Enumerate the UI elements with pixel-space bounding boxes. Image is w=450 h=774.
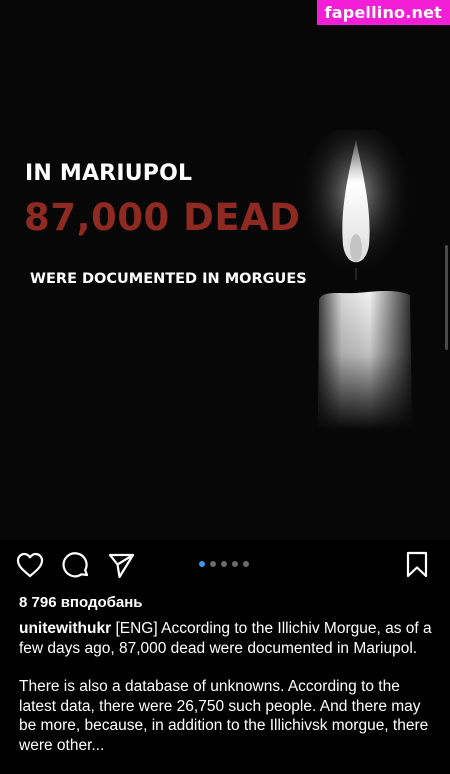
post-image[interactable]: fapellino.net IN MARIUPOL 87,000 DEAD WE…	[0, 0, 450, 540]
post-big-number: 87,000 DEAD	[24, 196, 301, 239]
post-subline: WERE DOCUMENTED IN MORGUES	[30, 271, 307, 287]
like-button[interactable]	[15, 550, 45, 580]
carousel-indicator	[199, 561, 249, 567]
post-headline: IN MARIUPOL	[25, 161, 193, 186]
share-button[interactable]	[106, 550, 136, 580]
bookmark-icon	[406, 551, 428, 578]
carousel-dot	[199, 561, 205, 567]
scrollbar[interactable]	[445, 245, 448, 350]
carousel-dot	[243, 561, 249, 567]
carousel-dot	[232, 561, 238, 567]
post-caption: unitewithukr [ENG] According to the Illi…	[19, 619, 433, 774]
save-button[interactable]	[402, 550, 432, 580]
caption-username[interactable]: unitewithukr	[19, 620, 111, 637]
heart-icon	[16, 552, 44, 578]
paper-plane-icon	[108, 553, 135, 579]
candle-image	[300, 130, 416, 430]
watermark: fapellino.net	[316, 0, 450, 25]
likes-count[interactable]: 8 796 вподобань	[19, 594, 143, 611]
caption-paragraph-2: There is also a database of unknowns. Ac…	[19, 678, 429, 754]
caption-paragraph: unitewithukr [ENG] According to the Illi…	[19, 619, 433, 658]
carousel-dot	[210, 561, 216, 567]
action-bar	[0, 546, 450, 584]
comment-bubble-icon	[62, 552, 89, 578]
comment-button[interactable]	[61, 550, 91, 580]
carousel-dot	[221, 561, 227, 567]
